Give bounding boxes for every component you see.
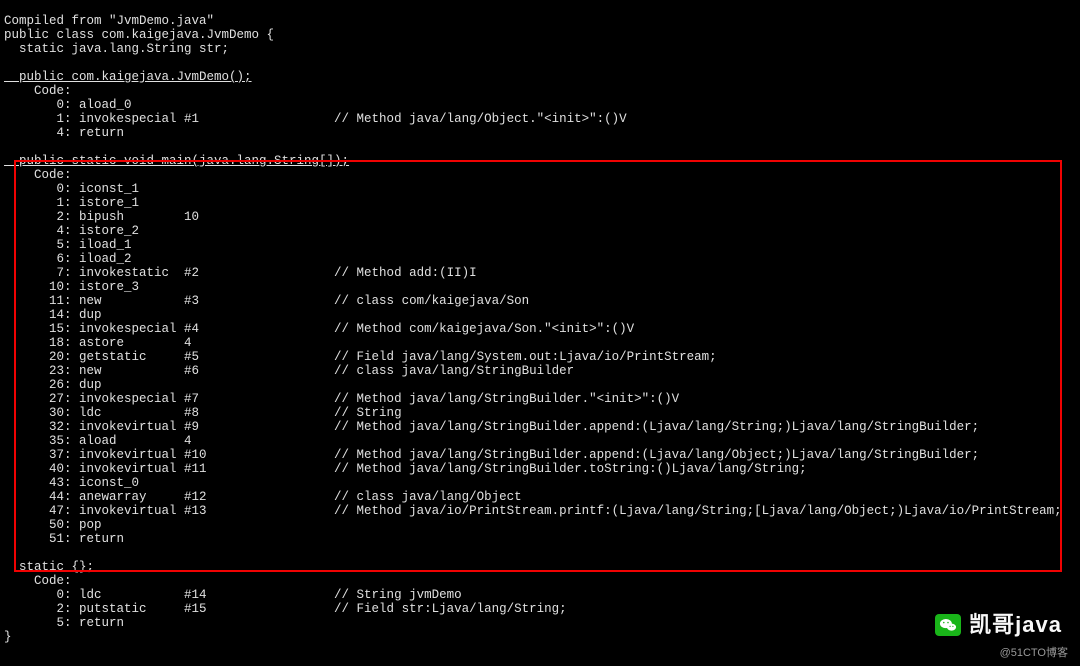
main-line: 30: ldc #8 // String [4, 406, 402, 420]
main-line: 26: dup [4, 378, 102, 392]
main-line: 18: astore 4 [4, 336, 192, 350]
main-line: 27: invokespecial #7 // Method java/lang… [4, 392, 679, 406]
main-line: 14: dup [4, 308, 102, 322]
bytecode-dump: Compiled from "JvmDemo.java" public clas… [0, 0, 1080, 644]
main-line: 50: pop [4, 518, 102, 532]
static-init-signature: static {}; [4, 560, 94, 574]
main-line: 11: new #3 // class com/kaigejava/Son [4, 294, 529, 308]
constructor-signature: public com.kaigejava.JvmDemo(); [4, 70, 252, 84]
main-line: 15: invokespecial #4 // Method com/kaige… [4, 322, 634, 336]
static-init-line: 5: return [4, 616, 124, 630]
main-line: 5: iload_1 [4, 238, 132, 252]
main-line: 1: istore_1 [4, 196, 139, 210]
attribution-text: @51CTO博客 [1000, 646, 1068, 660]
main-signature: public static void main(java.lang.String… [4, 154, 349, 168]
ctor-line: 4: return [4, 126, 124, 140]
static-field-decl: static java.lang.String str; [4, 42, 229, 56]
watermark-text: 凯哥java [969, 618, 1062, 632]
main-line: 35: aload 4 [4, 434, 192, 448]
main-line: 6: iload_2 [4, 252, 132, 266]
class-declaration: public class com.kaigejava.JvmDemo { [4, 28, 274, 42]
ctor-line: 1: invokespecial #1 // Method java/lang/… [4, 112, 627, 126]
main-line: 37: invokevirtual #10 // Method java/lan… [4, 448, 979, 462]
ctor-code-label: Code: [4, 84, 72, 98]
compiled-from: Compiled from "JvmDemo.java" [4, 14, 214, 28]
static-init-line: 2: putstatic #15 // Field str:Ljava/lang… [4, 602, 567, 616]
main-line: 47: invokevirtual #13 // Method java/io/… [4, 504, 1062, 518]
main-line: 23: new #6 // class java/lang/StringBuil… [4, 364, 574, 378]
main-line: 20: getstatic #5 // Field java/lang/Syst… [4, 350, 717, 364]
main-line: 0: iconst_1 [4, 182, 139, 196]
main-line: 44: anewarray #12 // class java/lang/Obj… [4, 490, 522, 504]
main-line: 2: bipush 10 [4, 210, 199, 224]
main-line: 51: return [4, 532, 124, 546]
main-line: 4: istore_2 [4, 224, 139, 238]
watermark: 凯哥java [935, 614, 1062, 636]
static-init-code-label: Code: [4, 574, 72, 588]
main-line: 32: invokevirtual #9 // Method java/lang… [4, 420, 979, 434]
main-line: 7: invokestatic #2 // Method add:(II)I [4, 266, 477, 280]
main-code-label: Code: [4, 168, 72, 182]
main-line: 43: iconst_0 [4, 476, 139, 490]
static-init-line: 0: ldc #14 // String jvmDemo [4, 588, 462, 602]
wechat-icon [935, 614, 961, 636]
main-line: 10: istore_3 [4, 280, 139, 294]
main-line: 40: invokevirtual #11 // Method java/lan… [4, 462, 807, 476]
closing-brace: } [4, 630, 12, 644]
ctor-line: 0: aload_0 [4, 98, 132, 112]
